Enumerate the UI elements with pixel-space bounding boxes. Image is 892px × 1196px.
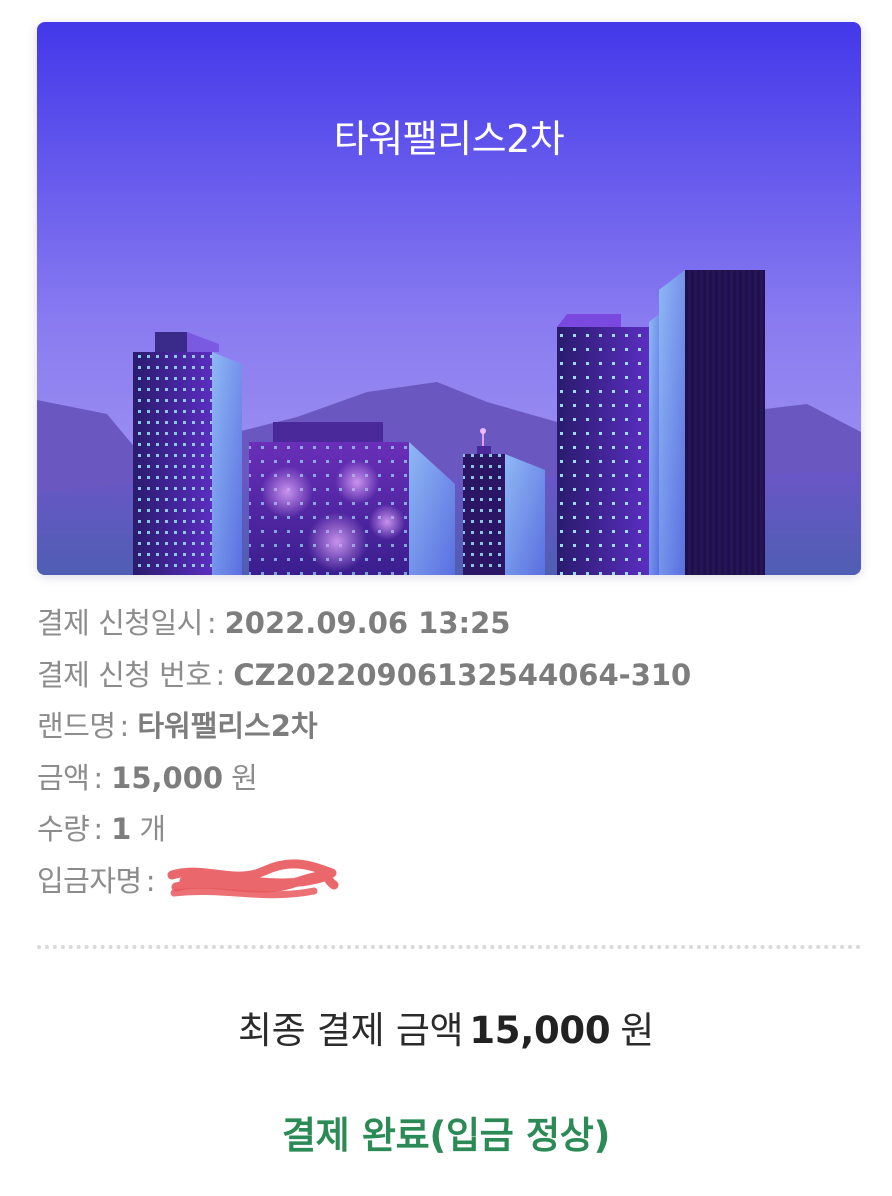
detail-label: 랜드명 [37, 709, 116, 743]
detail-value: 타워팰리스2차 [137, 709, 318, 743]
final-amount-value: 15,000 [469, 1009, 611, 1052]
final-amount-unit: 원 [620, 1009, 655, 1052]
detail-separator: : [145, 863, 156, 898]
detail-row-quantity: 수량:1 개 [37, 806, 867, 858]
detail-separator: : [215, 657, 226, 692]
detail-value: 2022.09.06 13:25 [224, 606, 511, 640]
land-banner-image: 타워팰리스2차 [37, 22, 861, 575]
detail-value: 1 [111, 812, 132, 846]
detail-value: CZ20220906132544064-310 [233, 657, 692, 692]
detail-label: 결제 신청일시 [37, 606, 203, 640]
detail-separator: : [93, 760, 104, 795]
redaction-scribble [167, 858, 339, 898]
detail-separator: : [93, 812, 104, 846]
detail-row-land-name: 랜드명: 타워팰리스2차 [37, 703, 867, 755]
detail-separator: : [206, 606, 217, 640]
city-skyline-illustration [37, 22, 861, 575]
detail-label: 수량 [37, 812, 90, 846]
detail-unit: 개 [139, 812, 167, 846]
final-amount-label: 최종 결제 금액 [237, 1009, 464, 1052]
detail-unit: 원 [231, 760, 258, 795]
detail-label: 입금자명 [37, 863, 142, 898]
final-amount-summary: 최종 결제 금액 15,000 원 [0, 1000, 892, 1054]
detail-label: 금액 [37, 760, 90, 795]
detail-value: 15,000 [111, 760, 224, 795]
detail-row-depositor-name: 입금자명: [37, 858, 867, 910]
detail-row-amount: 금액:15,000 원 [37, 755, 867, 807]
payment-details: 결제 신청일시:2022.09.06 13:25 결제 신청 번호: CZ2022… [37, 600, 867, 909]
detail-row-request-number: 결제 신청 번호: CZ20220906132544064-310 [37, 652, 867, 704]
detail-label: 결제 신청 번호 [37, 657, 212, 692]
detail-separator: : [119, 709, 130, 743]
banner-title: 타워팰리스2차 [333, 117, 565, 161]
dotted-divider [37, 945, 861, 949]
detail-row-request-datetime: 결제 신청일시:2022.09.06 13:25 [37, 600, 867, 652]
payment-status: 결제 완료(입금 정상) [281, 1114, 611, 1157]
